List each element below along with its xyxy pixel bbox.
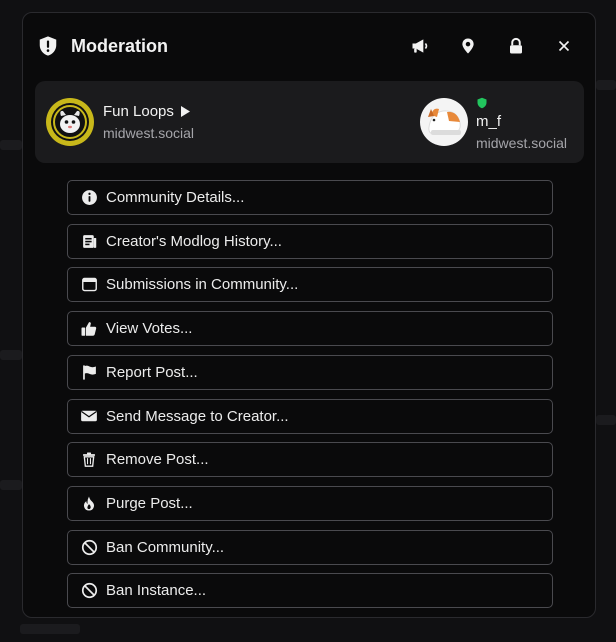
community-name: Fun Loops — [103, 103, 174, 120]
creator-instance: midwest.social — [476, 135, 568, 151]
thumbs-up-icon — [80, 320, 98, 338]
action-label: Report Post... — [106, 363, 198, 381]
backdrop-ghost — [0, 350, 22, 360]
action-label: Creator's Modlog History... — [106, 232, 282, 250]
community-link[interactable]: Fun Loops — [103, 103, 191, 120]
trash-icon — [80, 451, 98, 469]
community-details-button[interactable]: Community Details... — [67, 180, 553, 215]
shield-alert-icon — [37, 35, 59, 57]
fire-icon — [80, 494, 98, 512]
megaphone-icon[interactable] — [409, 35, 431, 57]
post-info-card: Fun Loops midwest.social m_f midwest.soc… — [35, 81, 584, 163]
ban-icon — [80, 538, 98, 556]
action-label: Community Details... — [106, 189, 245, 206]
report-post-button[interactable]: Report Post... — [67, 354, 553, 390]
browser-window-icon — [80, 276, 98, 294]
ban-community-button[interactable]: Ban Community... — [67, 529, 553, 565]
moderator-badge-icon — [476, 96, 488, 109]
envelope-icon — [80, 407, 98, 425]
backdrop-ghost — [20, 624, 80, 634]
view-votes-button[interactable]: View Votes... — [67, 311, 553, 347]
creator-modlog-history-button[interactable]: Creator's Modlog History... — [67, 223, 553, 259]
action-label: Ban Instance... — [106, 582, 207, 600]
play-arrow-icon — [180, 106, 190, 117]
action-label: Ban Community... — [106, 538, 225, 556]
community-instance: midwest.social — [103, 125, 195, 141]
ban-instance-button[interactable]: Ban Instance... — [67, 573, 553, 609]
moderation-modal: Moderation Fun Loops midwest.social m_f … — [22, 12, 596, 618]
action-label: Submissions in Community... — [106, 276, 299, 294]
action-label: View Votes... — [106, 320, 193, 338]
backdrop-ghost — [0, 140, 22, 150]
backdrop-ghost — [596, 415, 616, 425]
modal-header: Moderation — [23, 13, 595, 77]
lock-icon[interactable] — [505, 35, 527, 57]
remove-post-button[interactable]: Remove Post... — [67, 442, 553, 478]
close-icon[interactable] — [553, 35, 575, 57]
creator-name[interactable]: m_f — [476, 113, 501, 130]
purge-post-button[interactable]: Purge Post... — [67, 485, 553, 521]
creator-avatar[interactable] — [419, 97, 469, 147]
action-label: Send Message to Creator... — [106, 407, 289, 425]
ban-icon — [80, 582, 98, 600]
send-message-button[interactable]: Send Message to Creator... — [67, 398, 553, 434]
flag-icon — [80, 363, 98, 381]
backdrop-ghost — [0, 480, 22, 490]
backdrop-ghost — [596, 80, 616, 90]
action-label: Purge Post... — [106, 494, 193, 512]
info-icon — [80, 189, 98, 207]
action-label: Remove Post... — [106, 451, 209, 469]
modlog-icon — [80, 232, 98, 250]
submissions-in-community-button[interactable]: Submissions in Community... — [67, 267, 553, 303]
map-pin-icon[interactable] — [457, 35, 479, 57]
community-avatar[interactable] — [45, 97, 95, 147]
modal-title: Moderation — [71, 36, 168, 56]
